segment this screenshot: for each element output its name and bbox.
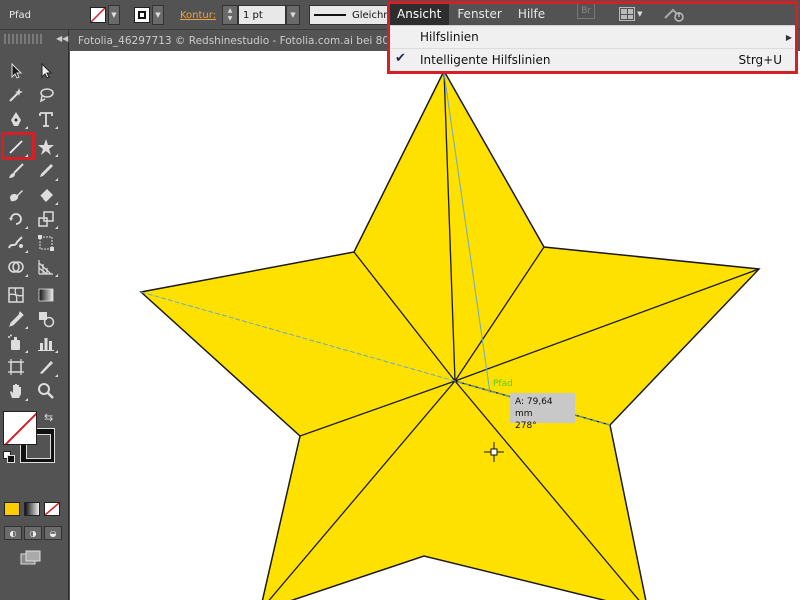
- star-tool-icon[interactable]: [35, 136, 58, 158]
- blend-tool-icon[interactable]: [35, 308, 57, 330]
- draw-inside-icon[interactable]: ◒: [44, 526, 62, 540]
- blob-brush-tool-icon[interactable]: [5, 184, 27, 206]
- stroke-profile-control[interactable]: Gleichm.: [309, 0, 389, 30]
- line-segment-tool-icon[interactable]: [5, 136, 28, 158]
- menu-item-label: Intelligente Hilfslinien: [420, 52, 551, 67]
- bridge-icon[interactable]: Br: [577, 3, 596, 19]
- artboard-canvas[interactable]: Pfad A: 79,64 mm 278°: [70, 51, 800, 600]
- drawing-modes-row: ◐ ◑ ◒: [4, 526, 62, 540]
- document-title: Fotolia_46297713 © Redshinestudio - Foto…: [78, 35, 388, 47]
- distance-readout: A: 79,64 mm: [515, 397, 553, 419]
- stroke-label[interactable]: Kontur:: [180, 0, 216, 30]
- slice-tool-icon[interactable]: [35, 356, 58, 378]
- menu-ansicht[interactable]: Ansicht: [389, 3, 450, 25]
- fill-dropdown-arrow-icon[interactable]: ▼: [108, 5, 120, 25]
- screen-mode-icon[interactable]: [20, 550, 42, 566]
- rotate-tool-icon[interactable]: [5, 208, 28, 230]
- mesh-tool-icon[interactable]: [5, 284, 27, 306]
- zoom-tool-icon[interactable]: [35, 380, 57, 402]
- default-fill-stroke-icon[interactable]: [3, 451, 15, 463]
- pencil-tool-icon[interactable]: [35, 160, 58, 182]
- warp-tool-icon[interactable]: [5, 232, 28, 254]
- document-tab[interactable]: Fotolia_46297713 © Redshinestudio - Foto…: [70, 31, 388, 51]
- panel-grip-icon[interactable]: [4, 34, 42, 44]
- selection-tool-icon[interactable]: [5, 60, 27, 82]
- color-mode-icon[interactable]: [4, 502, 20, 516]
- free-transform-tool-icon[interactable]: [35, 232, 57, 254]
- menu-item-intelligente-hilfslinien[interactable]: ✔ Intelligente Hilfslinien Strg+U: [389, 48, 796, 70]
- arrange-documents-icon[interactable]: ▼: [619, 3, 643, 25]
- object-type-label: Pfad: [9, 9, 32, 21]
- paintbrush-tool-icon[interactable]: [5, 160, 27, 182]
- stroke-color-control[interactable]: ▼: [134, 0, 164, 30]
- menu-hilfe[interactable]: Hilfe: [510, 3, 553, 25]
- draw-behind-icon[interactable]: ◑: [24, 526, 42, 540]
- magic-wand-tool-icon[interactable]: [5, 84, 27, 106]
- stroke-weight-spinner-icon[interactable]: ▲ ▼: [222, 5, 238, 25]
- stroke-dropdown-arrow-icon[interactable]: ▼: [152, 5, 164, 25]
- angle-readout: 278°: [515, 421, 537, 431]
- menu-bar: Ansicht Fenster Hilfe Br ▼: [389, 3, 796, 25]
- fill-stroke-widget: ⇆: [0, 408, 69, 474]
- scale-tool-icon[interactable]: [35, 208, 58, 230]
- artboard-tool-icon[interactable]: [5, 356, 27, 378]
- checkmark-icon: ✔: [395, 51, 406, 66]
- menu-item-shortcut: Strg+U: [738, 52, 783, 67]
- symbol-sprayer-tool-icon[interactable]: [5, 332, 28, 354]
- stroke-profile-line-icon: [314, 14, 346, 16]
- fill-none-swatch-icon[interactable]: [3, 411, 37, 445]
- none-mode-icon[interactable]: [44, 502, 60, 516]
- lasso-tool-icon[interactable]: [35, 84, 57, 106]
- stroke-weight-dropdown-icon[interactable]: ▼: [286, 5, 300, 25]
- perspective-grid-tool-icon[interactable]: [35, 256, 58, 278]
- eyedropper-tool-icon[interactable]: [5, 308, 28, 330]
- fill-color-control[interactable]: ▼: [90, 0, 120, 30]
- star-artwork: [139, 69, 761, 600]
- collapse-panel-icon[interactable]: ◀◀: [56, 34, 68, 43]
- stroke-profile-select[interactable]: Gleichm.: [309, 5, 389, 25]
- color-mode-row: [4, 502, 60, 516]
- ansicht-dropdown-menu: Hilfslinien ▶ ✔ Intelligente Hilfslinien…: [389, 25, 796, 72]
- tools-panel: ◀◀ ⇆ ◐ ◑ ◒: [0, 30, 69, 600]
- draw-normal-icon[interactable]: ◐: [4, 526, 22, 540]
- gradient-mode-icon[interactable]: [24, 502, 40, 516]
- type-tool-icon[interactable]: [35, 108, 58, 130]
- pen-tool-icon[interactable]: [5, 108, 28, 130]
- stroke-weight-input[interactable]: 1 pt: [238, 5, 286, 25]
- eraser-tool-icon[interactable]: [35, 184, 58, 206]
- gradient-tool-icon[interactable]: [35, 284, 57, 306]
- column-graph-tool-icon[interactable]: [35, 332, 58, 354]
- menu-fenster[interactable]: Fenster: [449, 3, 510, 25]
- shape-builder-tool-icon[interactable]: [5, 256, 28, 278]
- stroke-profile-label: Gleichm.: [352, 9, 388, 21]
- submenu-arrow-icon: ▶: [785, 32, 792, 42]
- measurement-tooltip: A: 79,64 mm 278°: [510, 393, 575, 431]
- menu-item-hilfslinien[interactable]: Hilfslinien ▶: [389, 26, 796, 48]
- stroke-weight-control[interactable]: ▲ ▼ 1 pt ▼: [222, 0, 300, 30]
- star-shape[interactable]: [139, 69, 761, 600]
- menu-item-label: Hilfslinien: [420, 30, 479, 44]
- fill-swatch-none-icon[interactable]: [90, 7, 106, 23]
- smart-guide-label: Pfad: [493, 379, 513, 389]
- swap-fill-stroke-icon[interactable]: ⇆: [44, 411, 53, 424]
- sync-settings-icon[interactable]: [663, 3, 685, 25]
- stroke-swatch-icon[interactable]: [134, 7, 150, 23]
- hand-tool-icon[interactable]: [5, 380, 28, 402]
- direct-selection-tool-icon[interactable]: [35, 60, 57, 82]
